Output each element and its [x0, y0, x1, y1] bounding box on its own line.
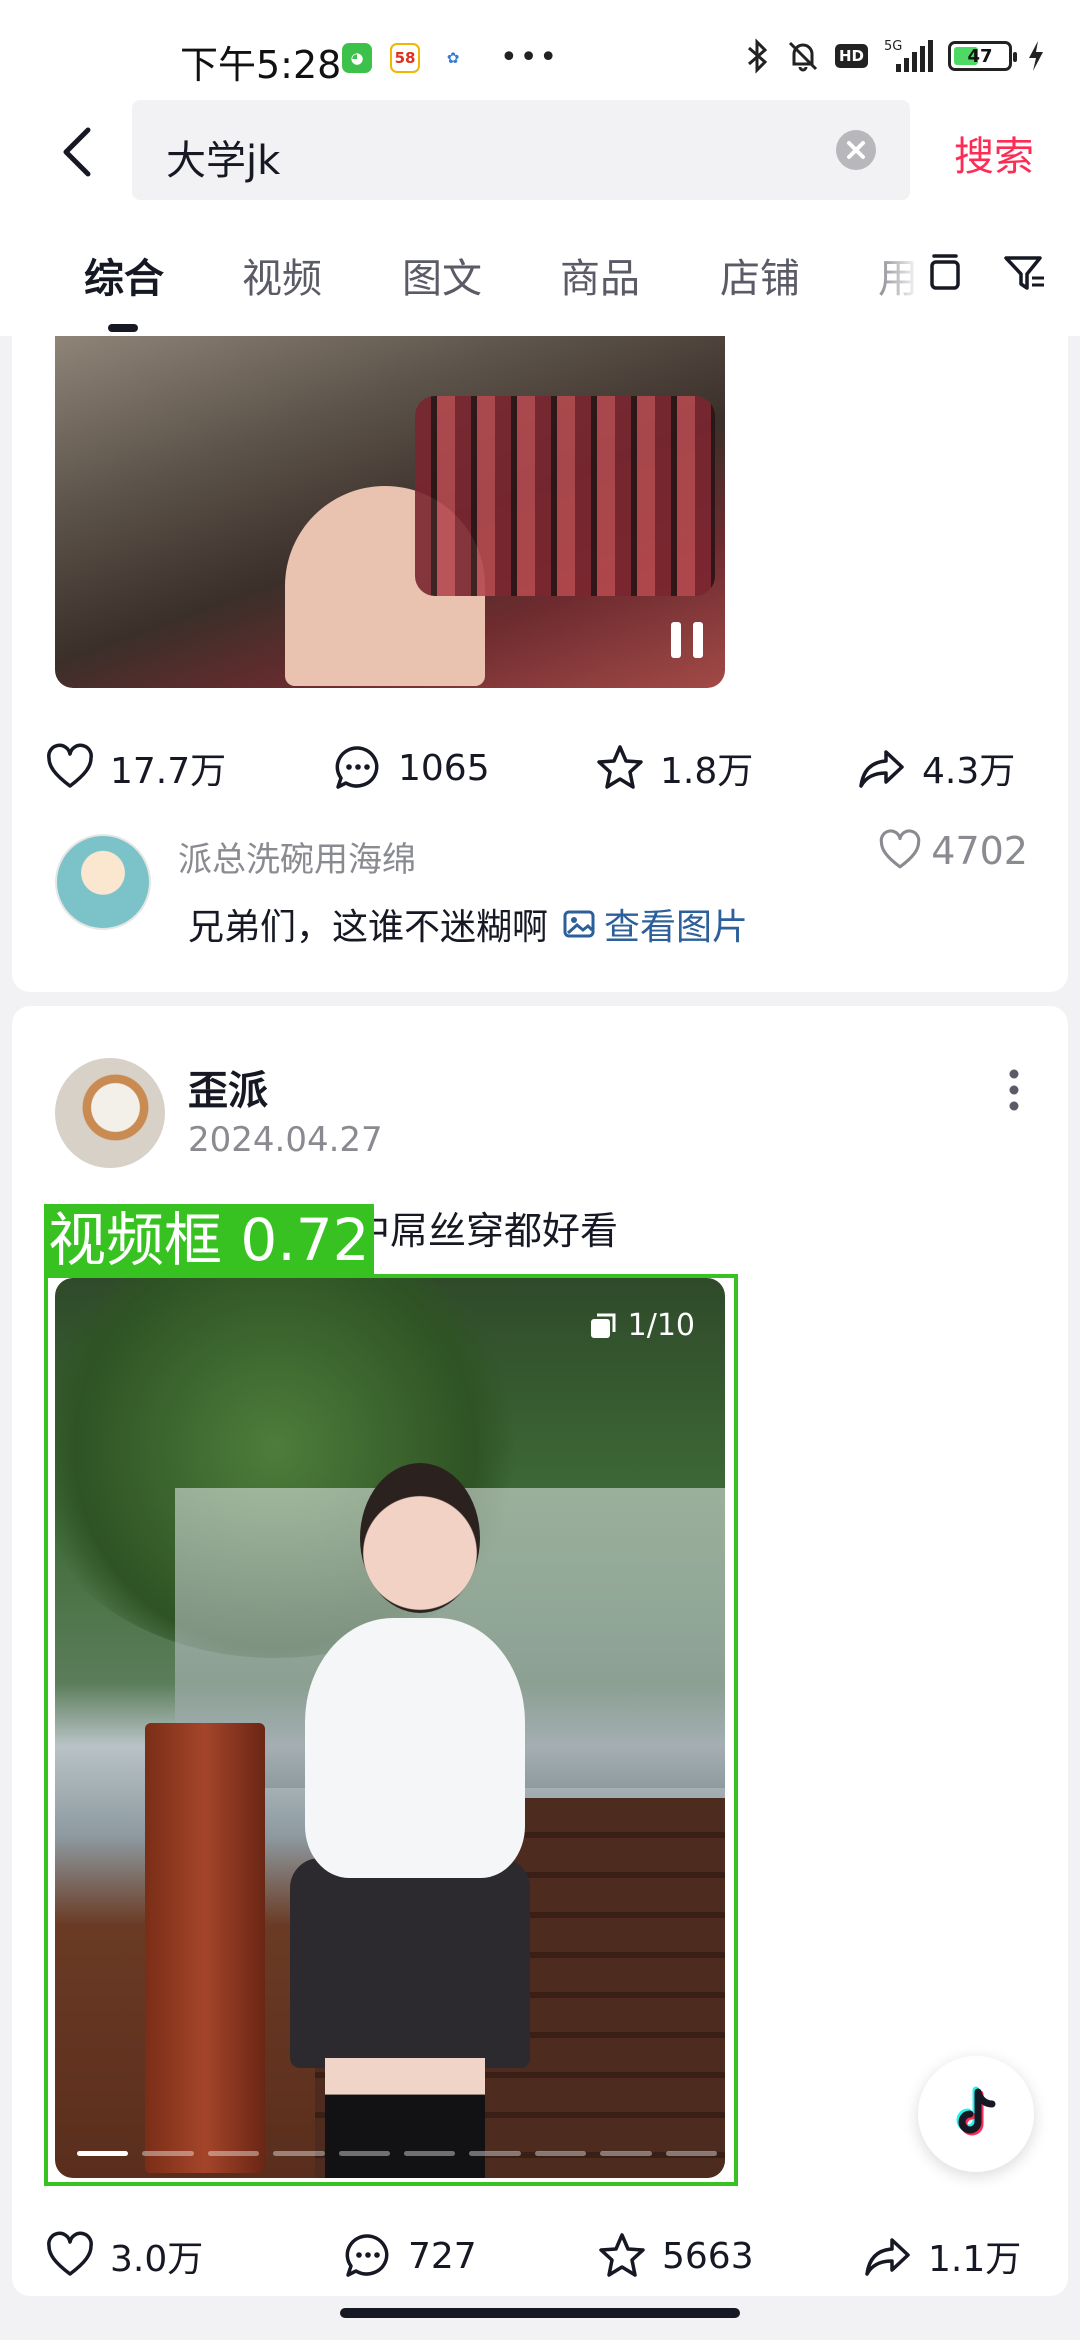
status-time: 下午5:28	[180, 43, 342, 87]
search-header: 大学jk 搜索	[0, 100, 1080, 220]
more-notifications-icon: •••	[500, 40, 560, 75]
heart-icon	[880, 829, 921, 869]
post1-comment-count: 1065	[398, 747, 490, 789]
hd-badge: HD	[834, 44, 868, 68]
detection-box	[44, 1274, 738, 2186]
app-notification-icon: ◕	[342, 42, 372, 73]
search-button[interactable]: 搜索	[954, 124, 1034, 182]
back-arrow-icon[interactable]	[48, 122, 108, 182]
view-image-link[interactable]: 查看图片	[562, 898, 748, 950]
tab-fade	[860, 220, 920, 320]
search-input[interactable]: 大学jk	[132, 100, 910, 200]
post2-share-button[interactable]: 1.1万	[862, 2230, 1021, 2282]
post1-favorite-button[interactable]: 1.8万	[594, 742, 753, 794]
post1-like-button[interactable]: 17.7万	[44, 742, 226, 794]
app-58-icon: 58	[390, 42, 420, 73]
tab-products[interactable]: 商品	[560, 246, 640, 304]
tab-video[interactable]: 视频	[242, 246, 322, 304]
clear-search-icon[interactable]	[836, 130, 876, 170]
comment-body[interactable]: 兄弟们，这谁不迷糊啊 查看图片	[188, 898, 748, 950]
mute-bell-icon	[788, 41, 818, 72]
post1-comment-button[interactable]: 1065	[332, 742, 490, 794]
battery-percent: 47	[967, 45, 993, 67]
status-right: HD 5G 47	[745, 38, 1046, 74]
tab-active-indicator	[108, 324, 138, 332]
post2-favorite-button[interactable]: 5663	[596, 2230, 754, 2282]
post-date: 2024.04.27	[188, 1120, 383, 1160]
signal-icon: 5G	[884, 39, 933, 72]
author-avatar[interactable]	[55, 1058, 165, 1168]
home-indicator[interactable]	[340, 2308, 740, 2318]
search-query[interactable]: 大学jk	[166, 128, 280, 186]
tab-image-text[interactable]: 图文	[402, 246, 482, 304]
heart-icon	[47, 2231, 93, 2276]
post1-favorite-count: 1.8万	[660, 751, 754, 792]
bluetooth-icon	[747, 38, 768, 74]
post2-like-count: 3.0万	[110, 2239, 204, 2280]
app-cluster-icon: ✿	[438, 42, 468, 73]
image-icon	[563, 910, 595, 938]
comment-icon	[335, 746, 379, 789]
post1-share-count: 4.3万	[922, 751, 1016, 792]
status-app-icons: ◕ 58 ✿ •••	[342, 40, 559, 75]
tab-shops[interactable]: 店铺	[720, 246, 800, 304]
comment-author[interactable]: 派总洗碗用海绵	[178, 832, 416, 881]
pause-icon[interactable]	[667, 618, 707, 662]
post1-action-bar: 17.7万 1065 1.8万 4.3万	[12, 742, 1068, 802]
douyin-float-button[interactable]	[918, 2056, 1034, 2172]
tab-general[interactable]: 综合	[84, 246, 164, 304]
douyin-logo-icon	[956, 2086, 996, 2136]
star-icon	[597, 745, 643, 789]
post2-like-button[interactable]: 3.0万	[44, 2230, 203, 2282]
status-bar: 下午5:28 ◕ 58 ✿ ••• HD 5G 47	[0, 0, 1080, 100]
post2-share-count: 1.1万	[928, 2239, 1022, 2280]
detection-label: 视频框 0.72	[44, 1204, 374, 1276]
post2-favorite-count: 5663	[662, 2235, 754, 2277]
video-frame-detail	[415, 396, 715, 596]
more-options-icon[interactable]	[1008, 1068, 1020, 1112]
post2-comment-count: 727	[408, 2235, 477, 2277]
post-caption[interactable]: 中屌丝穿都好看	[352, 1200, 618, 1255]
comment-text: 兄弟们，这谁不迷糊啊	[188, 907, 549, 948]
star-icon	[599, 2233, 645, 2277]
post2-action-bar: 3.0万 727 5663 1.1万	[12, 2230, 1068, 2290]
post1-video[interactable]	[55, 336, 725, 688]
share-arrow-icon	[865, 2238, 910, 2276]
comment-avatar[interactable]	[55, 834, 151, 930]
post-card-1: 17.7万 1065 1.8万 4.3万	[12, 336, 1068, 992]
share-arrow-icon	[859, 750, 904, 788]
battery-icon: 47	[948, 41, 1017, 71]
heart-icon	[47, 743, 93, 788]
view-image-label: 查看图片	[604, 907, 749, 948]
filter-icon[interactable]	[1000, 248, 1050, 298]
layout-toggle-icon[interactable]	[920, 248, 970, 298]
comment-like-button[interactable]: 4702	[877, 828, 1028, 874]
result-tabs: 综合 视频 图文 商品 店铺 用	[0, 220, 1080, 336]
comment-like-count: 4702	[931, 829, 1028, 873]
post1-like-count: 17.7万	[110, 751, 227, 792]
charging-icon	[1029, 41, 1043, 71]
comment-icon	[345, 2234, 389, 2277]
post2-comment-button[interactable]: 727	[342, 2230, 477, 2282]
svg-text:5G: 5G	[884, 39, 902, 54]
post1-share-button[interactable]: 4.3万	[856, 742, 1015, 794]
author-name[interactable]: 歪派	[188, 1058, 268, 1116]
